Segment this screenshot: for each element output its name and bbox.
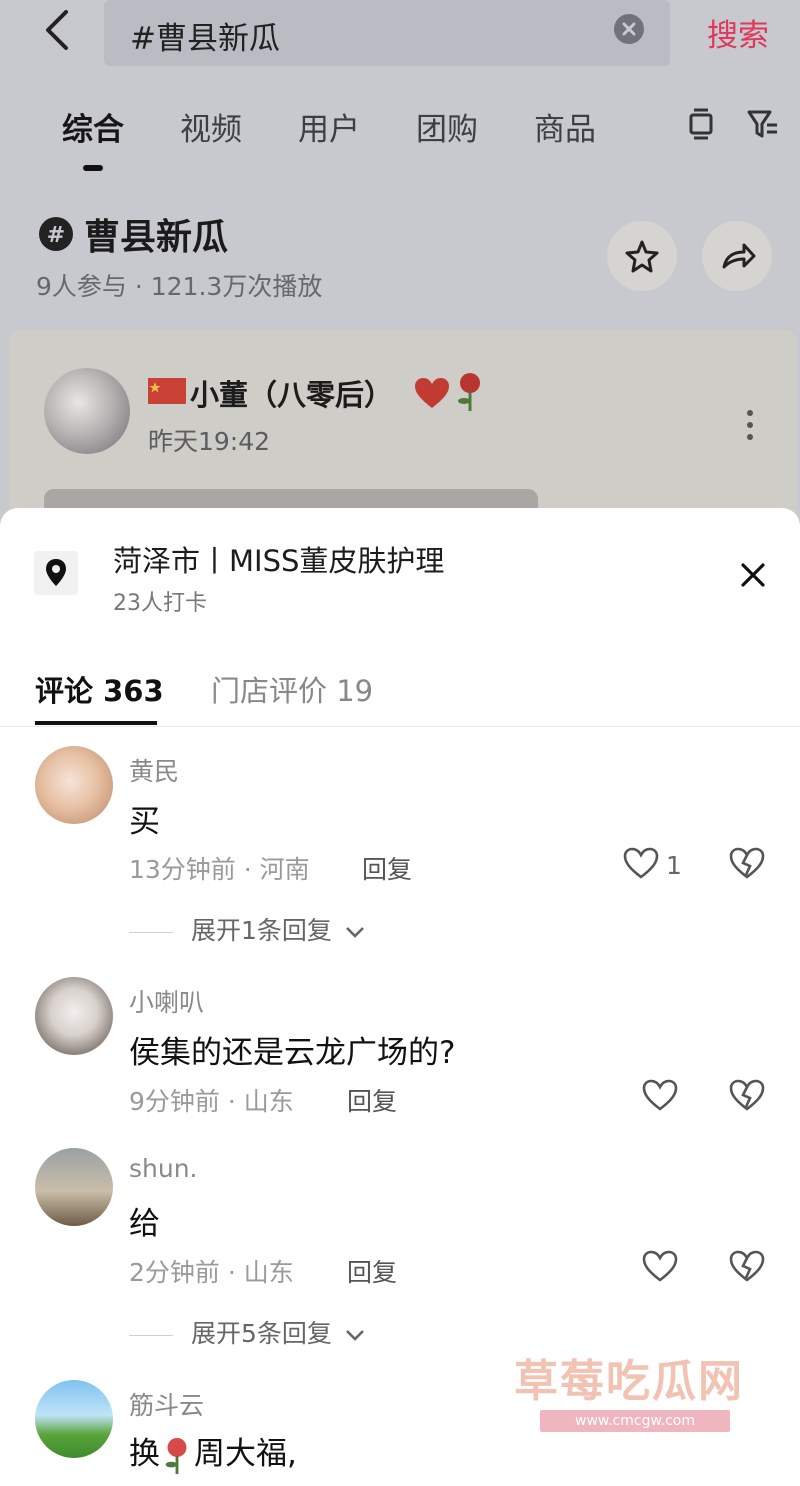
tab-users[interactable]: 用户: [298, 104, 360, 149]
commenter-avatar[interactable]: [35, 746, 113, 824]
search-query: #曹县新瓜: [130, 21, 280, 57]
active-tab-indicator: [83, 165, 103, 171]
tab-divider: [0, 726, 800, 727]
chevron-down-icon: [345, 1330, 364, 1341]
comment-meta: 13分钟前 · 河南: [129, 855, 310, 884]
dislike-icon[interactable]: [728, 1078, 766, 1112]
clear-icon[interactable]: [614, 14, 644, 44]
dislike-icon[interactable]: [728, 1249, 766, 1283]
location-name[interactable]: 菏泽市丨MISS董皮肤护理: [113, 538, 444, 580]
watermark-url: www.cmcgw.com: [540, 1410, 730, 1432]
topic-title: 曹县新瓜: [84, 217, 229, 258]
hashtag-icon: #: [38, 216, 74, 252]
comment-text-part: 换: [129, 1436, 160, 1472]
comment-meta: 9分钟前 · 山东: [129, 1087, 294, 1116]
comment-text: 换周大福,: [129, 1428, 297, 1475]
like-icon[interactable]: [641, 1078, 679, 1112]
watermark: 草莓吃瓜网: [514, 1356, 744, 1407]
dislike-icon[interactable]: [728, 846, 766, 880]
expand-replies[interactable]: 展开1条回复: [129, 911, 366, 947]
back-icon[interactable]: [40, 8, 74, 52]
expand-line: [129, 931, 173, 933]
expand-line: [129, 1334, 173, 1336]
tab-videos[interactable]: 视频: [180, 104, 242, 149]
rose-emoji-icon: [455, 372, 485, 412]
chevron-down-icon: [345, 927, 364, 938]
share-icon: [722, 243, 756, 269]
star-icon: [625, 240, 659, 273]
expand-replies-label: 展开1条回复: [191, 916, 332, 945]
expand-replies-label: 展开5条回复: [191, 1319, 332, 1348]
topic-meta: 9人参与 · 121.3万次播放: [36, 272, 323, 301]
comment-username[interactable]: 筋斗云: [129, 1386, 204, 1422]
reply-button[interactable]: 回复: [347, 1082, 397, 1118]
location-comment-sheet: [0, 508, 800, 1486]
comment-username[interactable]: 小喇叭: [129, 983, 204, 1019]
active-tab-underline: [35, 721, 157, 725]
china-flag-icon: [148, 378, 186, 404]
author-name[interactable]: 小董（八零后）: [190, 372, 393, 414]
comment-username[interactable]: 黄民: [129, 752, 179, 788]
expand-replies[interactable]: 展开5条回复: [129, 1314, 366, 1350]
search-input[interactable]: #曹县新瓜: [104, 0, 670, 66]
close-icon[interactable]: [736, 558, 770, 592]
like-icon[interactable]: [641, 1249, 679, 1283]
checkin-count: 23人打卡: [113, 591, 207, 616]
share-button[interactable]: [702, 221, 772, 291]
tab-store-reviews[interactable]: 门店评价 19: [211, 668, 373, 710]
rose-emoji-icon: [165, 1437, 187, 1474]
favorite-button[interactable]: [607, 221, 677, 291]
post-time: 昨天19:42: [148, 427, 271, 456]
tab-products[interactable]: 商品: [534, 104, 596, 149]
comment-text: 给: [129, 1206, 160, 1242]
filter-icon[interactable]: [746, 107, 780, 141]
commenter-avatar[interactable]: [35, 977, 113, 1055]
location-icon: [34, 551, 78, 595]
tab-comprehensive[interactable]: 综合: [62, 104, 124, 149]
like-count: 1: [666, 851, 682, 880]
layout-toggle-icon[interactable]: [686, 107, 716, 141]
more-options-icon[interactable]: [742, 408, 758, 442]
tab-comments[interactable]: 评论 363: [35, 668, 164, 710]
tab-group-buy[interactable]: 团购: [416, 104, 478, 149]
comment-text: 侯集的还是云龙广场的?: [129, 1035, 456, 1071]
comment-username[interactable]: shun.: [129, 1154, 198, 1183]
reply-button[interactable]: 回复: [347, 1253, 397, 1289]
comment-meta: 2分钟前 · 山东: [129, 1258, 294, 1287]
comment-text: 买: [129, 804, 160, 840]
svg-text:#: #: [47, 223, 65, 248]
search-button[interactable]: 搜索: [707, 10, 769, 55]
commenter-avatar[interactable]: [35, 1148, 113, 1226]
heart-emoji-icon: [413, 376, 451, 410]
commenter-avatar[interactable]: [35, 1380, 113, 1458]
like-icon[interactable]: [622, 846, 660, 880]
reply-button[interactable]: 回复: [362, 850, 412, 886]
author-avatar[interactable]: [44, 368, 130, 454]
comment-text-part: 周大福,: [194, 1436, 297, 1472]
